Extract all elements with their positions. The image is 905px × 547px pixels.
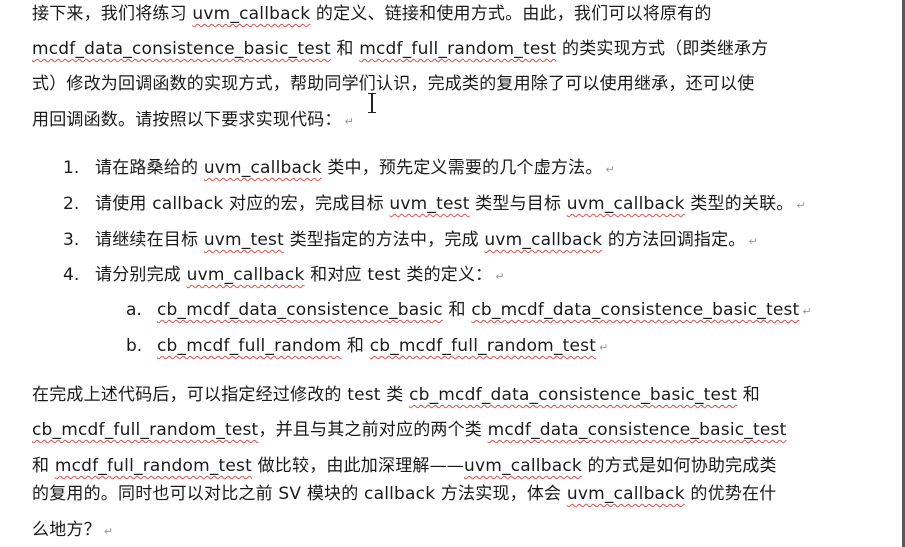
paragraph-mark-icon: ↵ [599, 341, 609, 354]
step-1-text: 请在路桑给的 uvm_callback 类中，预先定义需要的几个虚方法。 ↵ [95, 156, 615, 182]
code-identifier: cb_mcdf_full_random [157, 336, 342, 356]
intro-line-2: mcdf_data_consistence_basic_test 和 mcdf_… [32, 37, 768, 61]
text-run: 的定义、链接和使用方式。由此，我们可以将原有的 [310, 4, 712, 24]
step-2-number: 2. [63, 194, 80, 214]
code-identifier: cb_mcdf_full_random_test [32, 420, 259, 440]
code-identifier: uvm_callback [484, 230, 603, 250]
code-identifier: uvm_test [203, 230, 284, 250]
text-run: 和 [737, 385, 760, 405]
text-run: 的优势在什 [684, 484, 777, 504]
outro-line-3: 和 mcdf_full_random_test 做比较，由此加深理解——uvm_… [32, 454, 777, 478]
text-run: 的类实现方式（即类继承方 [556, 39, 769, 59]
text-run: 和对应 test 类的定义： [304, 265, 493, 285]
substep-a-letter: a. [126, 300, 142, 320]
text-run: 请使用 callback 对应的宏，完成目标 [95, 194, 390, 214]
text-cursor-icon [368, 92, 376, 114]
text-run: 么地方？ [32, 520, 101, 540]
outro-line-1: 在完成上述代码后，可以指定经过修改的 test 类 cb_mcdf_data_c… [32, 383, 760, 407]
code-identifier: uvm_callback [566, 484, 685, 504]
step-1-number: 1. [63, 158, 80, 178]
text-run: 和 [341, 336, 370, 356]
code-identifier: cb_mcdf_data_consistence_basic_test [471, 300, 800, 320]
code-identifier: uvm_callback [203, 158, 322, 178]
paragraph-mark-icon: ↵ [796, 199, 806, 212]
outro-line-2: cb_mcdf_full_random_test，并且与其之前对应的两个类 mc… [32, 418, 786, 442]
outro-line-4: 的复用的。同时也可以对比之前 SV 模块的 callback 方法实现，体会 u… [32, 482, 776, 506]
substep-b-letter: b. [126, 336, 143, 356]
code-identifier: mcdf_data_consistence_basic_test [487, 420, 787, 440]
text-run: 的复用的。同时也可以对比之前 SV 模块的 callback 方法实现，体会 [32, 484, 567, 504]
text-run: 在完成上述代码后，可以指定经过修改的 test 类 [32, 385, 410, 405]
paragraph-mark-icon: ↵ [103, 525, 114, 538]
step-3-text: 请继续在目标 uvm_test 类型指定的方法中，完成 uvm_callback… [95, 228, 758, 254]
intro-line-3: 式）修改为回调函数的实现方式，帮助同学们认识，完成类的复用除了可以使用继承，还可… [32, 72, 754, 96]
code-identifier: uvm_callback [186, 265, 305, 285]
step-4-number: 4. [63, 265, 80, 285]
text-run: 用回调函数。请按照以下要求实现代码： [32, 110, 342, 130]
text-run: 请继续在目标 [95, 230, 204, 250]
text-run: 请在路桑给的 [95, 158, 204, 178]
step-4-text: 请分别完成 uvm_callback 和对应 test 类的定义： ↵ [95, 263, 505, 289]
intro-line-4: 用回调函数。请按照以下要求实现代码： ↵ [32, 108, 354, 134]
text-run: 和 [442, 300, 472, 320]
text-run: 类型与目标 [469, 194, 567, 214]
code-identifier: uvm_test [389, 194, 470, 214]
document-page: 接下来，我们将练习 uvm_callback 的定义、链接和使用方式。由此，我们… [0, 0, 905, 547]
substep-a-text: cb_mcdf_data_consistence_basic 和 cb_mcdf… [157, 298, 812, 324]
text-run: 类中，预先定义需要的几个虚方法。 [321, 158, 603, 178]
substep-b-text: cb_mcdf_full_random 和 cb_mcdf_full_rando… [157, 334, 609, 360]
text-run: 和 [32, 456, 55, 476]
text-run: ，并且与其之前对应的两个类 [258, 420, 488, 440]
step-2-text: 请使用 callback 对应的宏，完成目标 uvm_test 类型与目标 uv… [95, 192, 806, 218]
paragraph-mark-icon: ↵ [495, 270, 505, 283]
text-run: 的方法回调指定。 [602, 230, 746, 250]
code-identifier: cb_mcdf_data_consistence_basic_test [409, 385, 738, 405]
code-identifier: cb_mcdf_full_random_test [369, 336, 597, 356]
code-identifier: uvm_callback [192, 4, 311, 24]
intro-line-1: 接下来，我们将练习 uvm_callback 的定义、链接和使用方式。由此，我们… [32, 2, 712, 26]
code-identifier: uvm_callback [464, 456, 582, 476]
text-run: 和 [330, 39, 360, 59]
text-run: 请分别完成 [95, 265, 187, 285]
text-run: 类型的关联。 [684, 194, 794, 214]
paragraph-mark-icon: ↵ [802, 305, 812, 318]
step-3-number: 3. [63, 230, 80, 250]
code-identifier: mcdf_data_consistence_basic_test [32, 39, 331, 59]
text-run: 式）修改为回调函数的实现方式，帮助同学们认识，完成类的复用除了可以使用继承，还可… [32, 74, 755, 94]
code-identifier: mcdf_full_random_test [359, 39, 557, 59]
code-identifier: mcdf_full_random_test [54, 456, 252, 476]
paragraph-mark-icon: ↵ [605, 163, 615, 176]
text-run: 接下来，我们将练习 [32, 4, 193, 24]
outro-line-5: 么地方？ ↵ [32, 518, 113, 544]
code-identifier: uvm_callback [566, 194, 685, 214]
text-run: 类型指定的方法中，完成 [283, 230, 485, 250]
text-run: 的方式是如何协助完成类 [581, 456, 777, 476]
code-identifier: cb_mcdf_data_consistence_basic [157, 300, 443, 320]
paragraph-mark-icon: ↵ [748, 235, 758, 248]
paragraph-mark-icon: ↵ [344, 115, 355, 128]
text-run: 做比较，由此加深理解—— [251, 456, 464, 476]
